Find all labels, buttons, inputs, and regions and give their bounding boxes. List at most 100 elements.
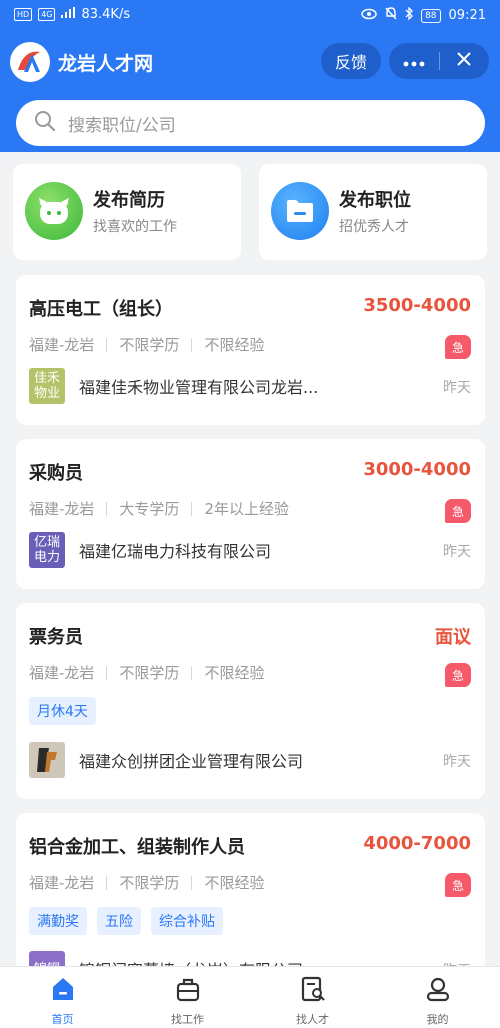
job-meta: 福建-龙岩 大专学历 2年以上经验: [29, 498, 289, 519]
signal-icon: [61, 7, 76, 22]
post-resume-card[interactable]: 发布简历 找喜欢的工作: [13, 164, 241, 260]
post-time: 昨天: [443, 754, 471, 770]
meta-divider: [191, 875, 193, 890]
company-name: 福建佳禾物业管理有限公司龙岩...: [79, 378, 319, 397]
job-title: 高压电工（组长）: [29, 299, 173, 320]
job-salary: 4000-7000: [363, 833, 471, 854]
company-logo: [29, 742, 65, 778]
folder-icon: [271, 182, 329, 240]
job-tag: 满勤奖: [29, 907, 87, 935]
clock: 09:21: [448, 8, 486, 23]
search-input[interactable]: 搜索职位/公司: [16, 100, 485, 146]
company-logo: 佳禾物业: [29, 368, 65, 404]
job-location: 福建-龙岩: [29, 664, 95, 682]
job-meta: 福建-龙岩 不限学历 不限经验: [29, 872, 264, 893]
tab-label: 我的: [426, 1013, 449, 1026]
app-logo: [10, 42, 50, 82]
job-tag: 月休4天: [29, 697, 96, 725]
meta-divider: [106, 337, 108, 352]
post-resume-subtitle: 找喜欢的工作: [93, 219, 177, 235]
more-dots-icon: [403, 52, 425, 71]
company-row: 福建众创拼团企业管理有限公司: [29, 742, 303, 778]
job-tag: 综合补贴: [151, 907, 223, 935]
network-badge: 4G: [38, 8, 56, 21]
job-experience: 不限经验: [204, 336, 265, 354]
meta-divider: [191, 665, 193, 680]
home-icon: [49, 975, 77, 1007]
job-location: 福建-龙岩: [29, 336, 95, 354]
job-card[interactable]: 票务员 面议 福建-龙岩 不限学历 不限经验 急 月休4天 福建众创拼团企业管理…: [16, 603, 485, 799]
job-location: 福建-龙岩: [29, 874, 95, 892]
user-icon: [424, 975, 452, 1007]
job-experience: 2年以上经验: [204, 500, 289, 518]
job-education: 不限学历: [119, 664, 180, 682]
urgent-badge: 急: [445, 335, 471, 359]
job-experience: 不限经验: [204, 874, 265, 892]
app-title: 龙岩人才网: [58, 53, 154, 75]
meta-divider: [191, 501, 193, 516]
network-speed: 83.4K/s: [81, 7, 131, 22]
battery-indicator: 88: [421, 8, 441, 23]
face-icon: [25, 182, 83, 240]
urgent-badge: 急: [445, 663, 471, 687]
post-resume-title: 发布简历: [93, 190, 165, 211]
job-card[interactable]: 高压电工（组长） 3500-4000 福建-龙岩 不限学历 不限经验 急 佳禾物…: [16, 275, 485, 425]
job-tag: 五险: [97, 907, 141, 935]
mute-icon: [385, 7, 397, 24]
job-card[interactable]: 采购员 3000-4000 福建-龙岩 大专学历 2年以上经验 急 亿瑞电力 福…: [16, 439, 485, 589]
tab-label: 首页: [51, 1013, 74, 1026]
meta-divider: [106, 501, 108, 516]
urgent-badge: 急: [445, 499, 471, 523]
company-logo: 亿瑞电力: [29, 532, 65, 568]
company-row: 佳禾物业 福建佳禾物业管理有限公司龙岩...: [29, 368, 318, 404]
job-education: 不限学历: [119, 874, 180, 892]
job-education: 大专学历: [119, 500, 180, 518]
tab-label: 找工作: [171, 1013, 204, 1026]
post-job-title: 发布职位: [339, 190, 411, 211]
close-button[interactable]: [439, 43, 489, 79]
job-title: 票务员: [29, 627, 83, 648]
job-tags: 满勤奖 五险 综合补贴: [29, 907, 223, 935]
company-name: 福建亿瑞电力科技有限公司: [79, 542, 272, 561]
feedback-button[interactable]: 反馈: [321, 43, 381, 79]
company-name: 福建众创拼团企业管理有限公司: [79, 752, 304, 771]
close-icon: [456, 51, 472, 71]
job-location: 福建-龙岩: [29, 500, 95, 518]
meta-divider: [106, 875, 108, 890]
job-education: 不限学历: [119, 336, 180, 354]
hd-badge: HD: [14, 8, 33, 21]
mini-program-capsule: [389, 43, 489, 79]
tab-mine[interactable]: 我的: [375, 967, 500, 1028]
post-job-card[interactable]: 发布职位 招优秀人才: [259, 164, 487, 260]
job-tags: 月休4天: [29, 697, 96, 725]
job-experience: 不限经验: [204, 664, 265, 682]
job-salary: 3500-4000: [363, 295, 471, 316]
job-salary: 3000-4000: [363, 459, 471, 480]
status-bar: HD 4G 83.4K/s 88 09:21: [0, 0, 500, 32]
job-title: 铝合金加工、组装制作人员: [29, 837, 245, 858]
tab-label: 找人才: [296, 1013, 329, 1026]
header: HD 4G 83.4K/s 88 09:21 龙岩人才网 反馈 搜索职位/公司: [0, 0, 500, 152]
search-icon: [34, 110, 56, 136]
eye-icon: [361, 8, 377, 24]
post-job-subtitle: 招优秀人才: [339, 219, 409, 235]
job-salary: 面议: [435, 627, 471, 648]
post-time: 昨天: [443, 544, 471, 560]
tab-find-talent[interactable]: 找人才: [250, 967, 375, 1028]
tab-find-job[interactable]: 找工作: [125, 967, 250, 1028]
meta-divider: [106, 665, 108, 680]
search-placeholder: 搜索职位/公司: [68, 115, 176, 136]
post-time: 昨天: [443, 380, 471, 396]
app-bar: 龙岩人才网 反馈: [0, 40, 500, 84]
resume-search-icon: [299, 975, 327, 1007]
tab-home[interactable]: 首页: [0, 967, 125, 1028]
job-title: 采购员: [29, 463, 83, 484]
briefcase-icon: [174, 975, 202, 1007]
more-button[interactable]: [389, 43, 439, 79]
company-row: 亿瑞电力 福建亿瑞电力科技有限公司: [29, 532, 271, 568]
job-meta: 福建-龙岩 不限学历 不限经验: [29, 662, 264, 683]
meta-divider: [191, 337, 193, 352]
bluetooth-icon: [405, 6, 413, 24]
job-meta: 福建-龙岩 不限学历 不限经验: [29, 334, 264, 355]
urgent-badge: 急: [445, 873, 471, 897]
